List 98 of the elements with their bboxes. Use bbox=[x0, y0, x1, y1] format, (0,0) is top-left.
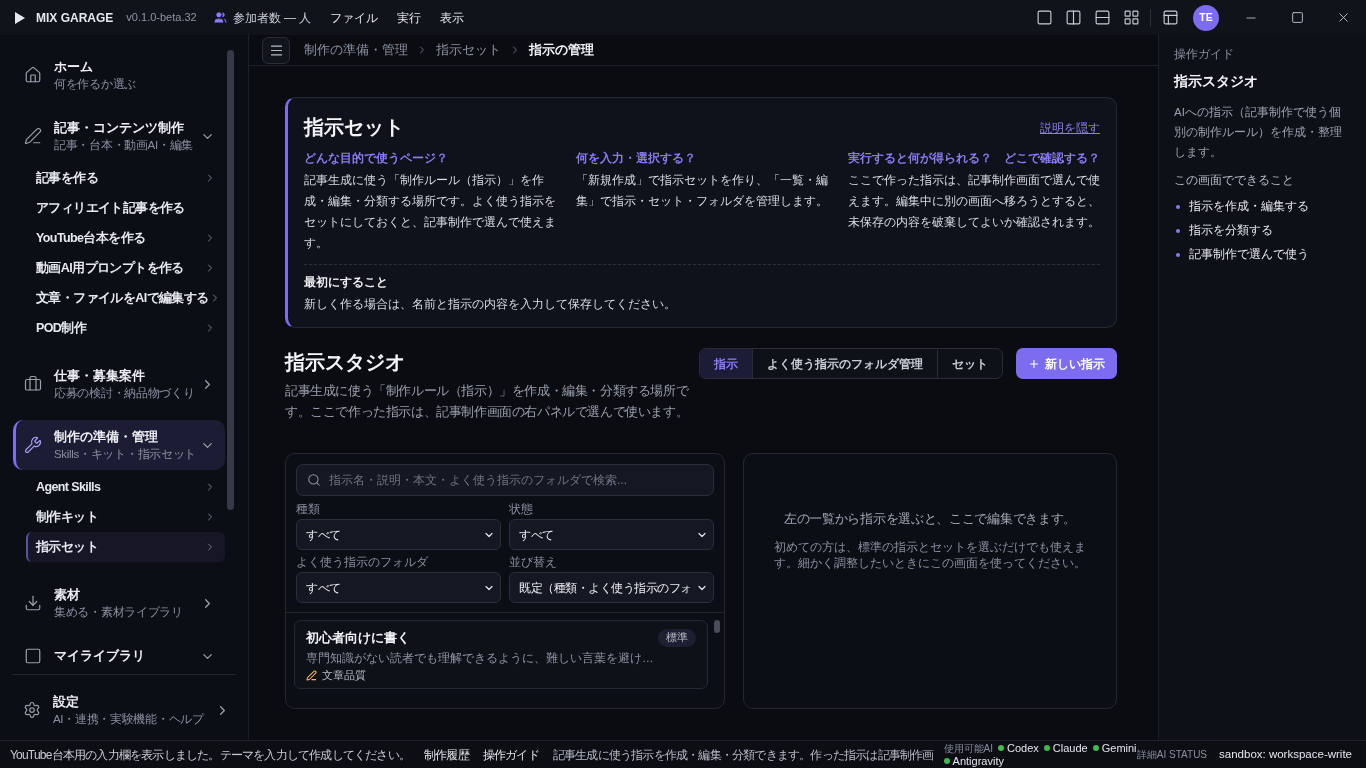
breadcrumb-item[interactable]: 制作の準備・管理 bbox=[304, 40, 408, 60]
participant-count: 参加者数 — 人 bbox=[232, 9, 312, 27]
sidebar-group[interactable]: 記事・コンテンツ制作 記事・台本・動画AI・編集 bbox=[13, 111, 225, 161]
square-icon bbox=[24, 647, 42, 665]
sidebar-group[interactable]: マイライブラリ bbox=[13, 639, 225, 673]
instruction-description: 専門知識がない読者でも理解できるように、難しい言葉を避け… bbox=[306, 651, 655, 666]
panel-layout-icon[interactable] bbox=[1162, 9, 1179, 26]
filter-label: 並び替え bbox=[509, 555, 558, 570]
filter-label: 種類 bbox=[296, 502, 321, 517]
section-description: 記事生成に使う「制作ルール（指示）」を作成・編集・分類する場所です。ここで作った指示は、記事制作画面の右パネルで選んで使います。 bbox=[285, 383, 690, 421]
ai-model-name: Antigravity bbox=[952, 754, 1004, 768]
play-icon[interactable] bbox=[15, 11, 25, 24]
sidebar-item[interactable]: 制作キット bbox=[26, 502, 225, 532]
download-icon bbox=[24, 594, 42, 612]
filter-select[interactable]: 既定（種類・よく使う指示のフォ bbox=[509, 572, 714, 603]
settings-icon bbox=[23, 701, 41, 719]
sidebar-item[interactable]: YouTube台本を作る bbox=[26, 223, 225, 253]
filter-select[interactable]: すべて bbox=[296, 519, 501, 550]
sidebar-item[interactable]: 記事を作る bbox=[26, 163, 225, 193]
ai-status-link[interactable]: 詳細AI STATUS bbox=[1136, 747, 1208, 762]
menu-button[interactable] bbox=[262, 36, 290, 64]
menu-item[interactable]: 表示 bbox=[440, 8, 465, 27]
column-text: 「新規作成」で指示セットを作り、「一覧・編集」で指示・セット・フォルダを管理します。 bbox=[576, 172, 828, 210]
plus-icon bbox=[1028, 357, 1040, 370]
ai-model-name: Claude bbox=[1052, 741, 1088, 755]
guide-item: 記事制作で選んで使う bbox=[1189, 247, 1309, 263]
step-text: 新しく作る場合は、名前と指示の内容を入力して保存してください。 bbox=[304, 296, 677, 313]
app-version: v0.1.0-beta.32 bbox=[126, 10, 197, 26]
maximize-icon[interactable] bbox=[1290, 11, 1304, 24]
filter-select[interactable]: すべて bbox=[509, 519, 714, 550]
column-text: ここで作った指示は、記事制作画面で選んで使えます。編集中に別の画面へ移ろうとすると、未保存の内容を破棄してよいか確認されます。 bbox=[848, 172, 1100, 231]
status-hint: 記事生成に使う指示を作成・編集・分類できます。作った指示は記事制作画 bbox=[552, 746, 934, 764]
single-pane-icon[interactable] bbox=[1036, 9, 1053, 26]
panel-description: AIへの指示（記事制作で使う個別の制作ルール）を作成・整理します。 bbox=[1174, 105, 1343, 160]
scrollbar[interactable] bbox=[714, 620, 720, 633]
category-label: 文章品質 bbox=[322, 668, 366, 682]
panel-subheading: この画面でできること bbox=[1174, 173, 1295, 188]
wrench-icon bbox=[24, 436, 42, 454]
status-link[interactable]: 操作ガイド bbox=[482, 745, 539, 764]
instruction-card[interactable]: 初心者向けに書く 標準 専門知識がない読者でも理解できるように、難しい言葉を避け… 文章品質 bbox=[294, 620, 708, 689]
status-message: YouTube台本用の入力欄を表示しました。テーマを入力して作成してください。 bbox=[10, 746, 410, 764]
column-text: 記事生成に使う「制作ルール（指示）」を作成・編集・分類する場所です。よく使う指示をセットにしておくと、記事制作で選んで使えます。 bbox=[304, 172, 556, 252]
sidebar-item[interactable]: 動画AI用プロンプトを作る bbox=[26, 253, 225, 283]
breadcrumb-item: 指示の管理 bbox=[529, 41, 594, 59]
menu-item[interactable]: 実行 bbox=[397, 8, 422, 27]
column-heading: 何を入力・選択する？ bbox=[576, 151, 697, 167]
status-link[interactable]: 制作履歴 bbox=[423, 745, 469, 764]
search-icon bbox=[307, 473, 321, 487]
step-heading: 最初にすること bbox=[304, 274, 389, 291]
house-icon bbox=[24, 66, 42, 84]
menu-item[interactable]: ファイル bbox=[330, 8, 379, 27]
instruction-title: 初心者向けに書く bbox=[306, 629, 410, 647]
sidebar-item[interactable]: 指示セット bbox=[26, 532, 225, 562]
guide-item: 指示を分類する bbox=[1189, 223, 1273, 239]
filter-label: 状態 bbox=[509, 502, 534, 517]
filter-label: よく使う指示のフォルダ bbox=[296, 555, 429, 570]
ai-model-name: Codex bbox=[1007, 741, 1039, 755]
tab[interactable]: 指示 bbox=[700, 349, 752, 378]
settings-button[interactable]: 設定 AI・連携・実験機能・ヘルプ bbox=[12, 686, 236, 734]
guide-item: 指示を作成・編集する bbox=[1189, 199, 1309, 215]
menu-icon bbox=[268, 42, 284, 58]
users-icon bbox=[213, 11, 227, 24]
new-instruction-button[interactable]: 新しい指示 bbox=[1016, 348, 1117, 379]
sidebar-item[interactable]: 文章・ファイルをAIで編集する bbox=[26, 283, 225, 313]
sandbox-mode: sandbox: workspace-write bbox=[1219, 746, 1352, 762]
ai-model-name: Gemini bbox=[1101, 741, 1137, 754]
briefcase-icon bbox=[24, 375, 42, 393]
empty-message: 左の一覧から指示を選ぶと、ここで編集できます。 bbox=[783, 511, 1077, 528]
tab[interactable]: よく使う指示のフォルダ管理 bbox=[752, 349, 937, 378]
pen-icon bbox=[306, 669, 317, 681]
sidebar-group[interactable]: 制作の準備・管理 Skills・キット・指示セット bbox=[13, 420, 225, 470]
pen-icon bbox=[24, 127, 42, 145]
sidebar-group[interactable]: 素材 集める・素材ライブラリ bbox=[13, 578, 225, 628]
sidebar-group[interactable]: ホーム 何を作るか選ぶ bbox=[13, 50, 225, 100]
card-title: 指示セット bbox=[304, 115, 404, 140]
filter-select[interactable]: すべて bbox=[296, 572, 501, 603]
type-badge: 標準 bbox=[658, 629, 696, 647]
search-field[interactable]: 指示名・説明・本文・よく使う指示のフォルダで検索... bbox=[296, 464, 714, 496]
column-heading: どんな目的で使うページ？ bbox=[304, 151, 449, 167]
empty-hint: 初めての方は、標準の指示とセットを選ぶだけでも使えます。細かく調整したいときにこの画面を使ってください。 bbox=[773, 540, 1087, 571]
app-name: MIX GARAGE bbox=[36, 9, 114, 27]
two-columns-icon[interactable] bbox=[1065, 9, 1082, 26]
sidebar-item[interactable]: Agent Skills bbox=[26, 472, 225, 502]
breadcrumb-item[interactable]: 指示セット bbox=[436, 40, 501, 60]
sidebar-item[interactable]: アフィリエイト記事を作る bbox=[26, 193, 225, 223]
ai-label: 使用可能AI bbox=[943, 741, 994, 755]
two-rows-icon[interactable] bbox=[1094, 9, 1111, 26]
tab[interactable]: セット bbox=[937, 349, 1002, 378]
grid-icon[interactable] bbox=[1123, 9, 1140, 26]
panel-label: 操作ガイド bbox=[1174, 47, 1235, 62]
section-title: 指示スタジオ bbox=[285, 350, 406, 375]
user-avatar[interactable]: TE bbox=[1193, 4, 1219, 31]
panel-title: 指示スタジオ bbox=[1174, 72, 1259, 91]
sidebar-group[interactable]: 仕事・募集案件 応募の検討・納品物づくり bbox=[13, 359, 225, 409]
column-heading: 実行すると何が得られる？ どこで確認する？ bbox=[848, 150, 1100, 167]
sidebar-item[interactable]: POD制作 bbox=[26, 313, 225, 343]
scrollbar[interactable] bbox=[227, 50, 234, 510]
hide-guide-link[interactable]: 説明を隠す bbox=[1040, 120, 1100, 138]
